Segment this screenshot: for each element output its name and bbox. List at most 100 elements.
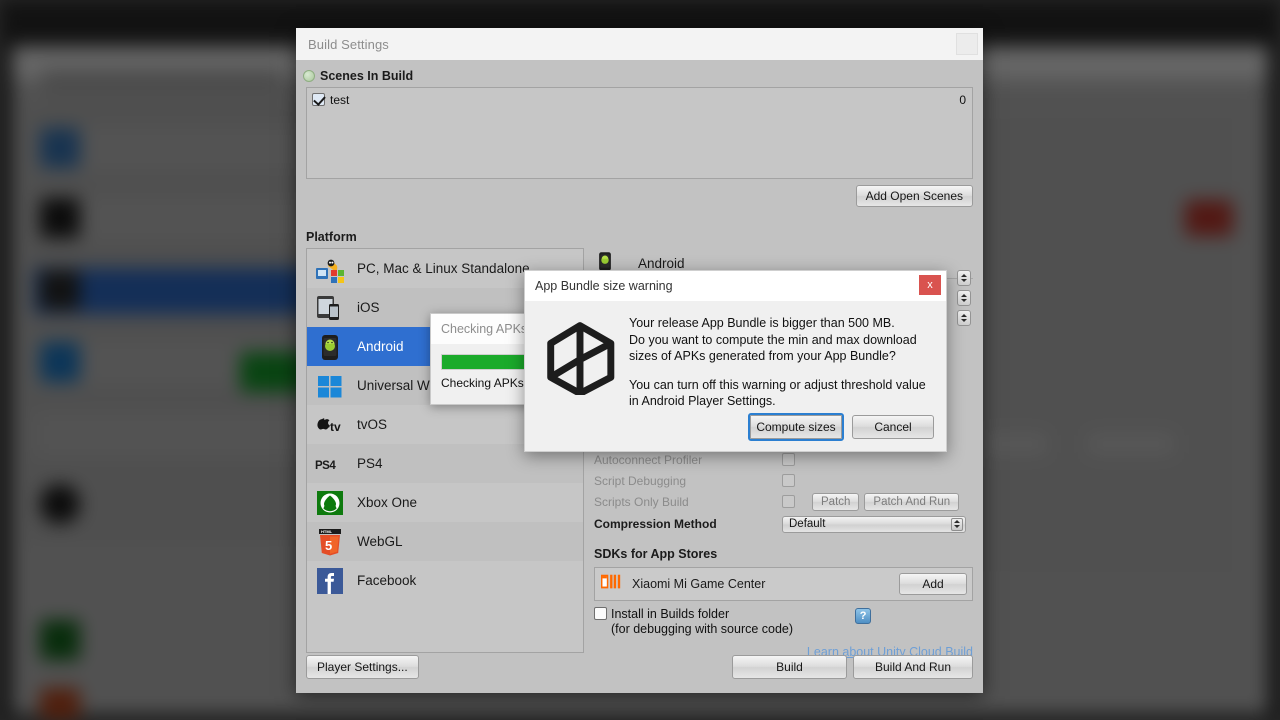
autoconnect-profiler-label: Autoconnect Profiler bbox=[594, 452, 703, 467]
warning-line-3: sizes of APKs generated from your App Bu… bbox=[629, 349, 896, 363]
warning-line-1: Your release App Bundle is bigger than 5… bbox=[629, 316, 895, 330]
facebook-icon bbox=[315, 566, 345, 596]
help-icon[interactable]: ? bbox=[855, 608, 872, 624]
patch-and-run-button[interactable]: Patch And Run bbox=[864, 492, 960, 511]
android-icon bbox=[315, 332, 345, 362]
script-debugging-checkbox-cell bbox=[782, 474, 812, 487]
background-red-badge bbox=[1185, 200, 1233, 236]
svg-text:tv: tv bbox=[330, 420, 341, 434]
platform-item-label: Xbox One bbox=[357, 495, 418, 510]
scripts-only-build-checkbox-cell bbox=[782, 495, 812, 508]
warning-spacer bbox=[629, 365, 926, 377]
add-open-scenes-button[interactable]: Add Open Scenes bbox=[855, 185, 973, 207]
svg-text:HTML: HTML bbox=[321, 529, 333, 534]
active-platform-label: Android bbox=[638, 255, 685, 271]
close-icon[interactable]: x bbox=[919, 275, 941, 295]
scene-enabled-checkbox[interactable] bbox=[312, 93, 325, 106]
scripts-only-build-checkbox[interactable] bbox=[782, 495, 795, 508]
install-in-builds-texts: Install in Builds folder (for debugging … bbox=[611, 607, 793, 637]
sdk-section-header: SDKs for App Stores bbox=[594, 544, 973, 564]
install-in-builds-sub-label: (for debugging with source code) bbox=[611, 622, 794, 636]
player-settings-button[interactable]: Player Settings... bbox=[306, 655, 419, 679]
app-bundle-size-warning-dialog: App Bundle size warning x Your release A… bbox=[524, 270, 947, 452]
script-debugging-label: Script Debugging bbox=[594, 473, 687, 488]
tvos-icon: tv bbox=[315, 410, 345, 440]
webgl-icon: HTML 5 bbox=[315, 527, 345, 557]
warning-line-4: You can turn off this warning or adjust … bbox=[629, 377, 926, 392]
compression-method-value: Default bbox=[789, 518, 826, 530]
build-button[interactable]: Build bbox=[732, 655, 847, 679]
autoconnect-profiler-checkbox-cell bbox=[782, 453, 812, 466]
cancel-button[interactable]: Cancel bbox=[852, 415, 934, 439]
platform-item-label: iOS bbox=[357, 300, 380, 315]
background-icon bbox=[40, 342, 80, 382]
svg-text:5: 5 bbox=[325, 538, 332, 553]
background-icon bbox=[40, 620, 80, 660]
background-icon bbox=[40, 484, 80, 524]
patch-button[interactable]: Patch bbox=[812, 492, 860, 511]
xbox-one-icon bbox=[315, 488, 345, 518]
background-button bbox=[980, 430, 1050, 458]
add-open-scenes-row: Add Open Scenes bbox=[306, 185, 973, 207]
warning-line-2: Do you want to compute the min and max d… bbox=[629, 332, 917, 347]
scripts-only-build-row[interactable]: Scripts Only Build Patch Patch And Run bbox=[594, 491, 973, 512]
scene-index-label: 0 bbox=[959, 92, 966, 107]
install-in-builds-row: Install in Builds folder (for debugging … bbox=[594, 607, 973, 637]
build-settings-titlebar: Build Settings bbox=[296, 28, 983, 60]
compression-method-row: Compression Method Default bbox=[594, 512, 973, 536]
background-icon bbox=[40, 198, 80, 238]
scenes-list[interactable]: test 0 bbox=[306, 87, 973, 179]
background-icon bbox=[40, 688, 80, 720]
compression-method-stepper-icon bbox=[951, 517, 963, 531]
install-in-builds-checkbox[interactable] bbox=[594, 607, 607, 620]
run-device-stepper[interactable] bbox=[957, 310, 971, 326]
platform-item-label: WebGL bbox=[357, 534, 403, 549]
xiaomi-icon bbox=[600, 572, 622, 597]
etc2-fallback-stepper[interactable] bbox=[957, 290, 971, 306]
status-dot-icon bbox=[303, 70, 315, 82]
scene-list-item[interactable]: test 0 bbox=[307, 90, 972, 109]
compute-sizes-button[interactable]: Compute sizes bbox=[748, 413, 844, 441]
warning-dialog-buttons: Compute sizes Cancel bbox=[748, 413, 934, 441]
uwp-icon bbox=[315, 371, 345, 401]
warning-dialog-body: Your release App Bundle is bigger than 5… bbox=[525, 301, 946, 410]
scene-name-label: test bbox=[330, 92, 350, 107]
build-and-run-button[interactable]: Build And Run bbox=[853, 655, 973, 679]
warning-dialog-message: Your release App Bundle is bigger than 5… bbox=[629, 315, 926, 410]
compression-method-label: Compression Method bbox=[594, 517, 717, 531]
ios-icon bbox=[315, 293, 345, 323]
autoconnect-profiler-checkbox[interactable] bbox=[782, 453, 795, 466]
hidden-dropdown-steppers bbox=[957, 270, 971, 326]
sdk-section-title: SDKs for App Stores bbox=[594, 547, 718, 561]
script-debugging-checkbox[interactable] bbox=[782, 474, 795, 487]
autoconnect-profiler-row[interactable]: Autoconnect Profiler bbox=[594, 449, 973, 470]
platform-item-xbox-one[interactable]: Xbox One bbox=[307, 483, 583, 522]
window-title: Build Settings bbox=[308, 36, 389, 52]
sdk-list: Xiaomi Mi Game Center Add bbox=[594, 567, 973, 601]
background-button bbox=[1085, 430, 1177, 458]
script-debugging-row[interactable]: Script Debugging bbox=[594, 470, 973, 491]
ps4-icon: PS4 bbox=[315, 449, 345, 479]
unity-logo-icon bbox=[541, 315, 621, 410]
platform-item-label: PC, Mac & Linux Standalone bbox=[357, 261, 530, 276]
compression-method-dropdown[interactable]: Default bbox=[782, 515, 966, 533]
texture-compression-stepper[interactable] bbox=[957, 270, 971, 286]
platform-item-label: Android bbox=[357, 339, 404, 354]
sdk-add-button[interactable]: Add bbox=[899, 573, 967, 595]
background-icon bbox=[40, 270, 80, 310]
warning-dialog-titlebar: App Bundle size warning x bbox=[525, 271, 946, 301]
scenes-in-build-title: Scenes In Build bbox=[320, 69, 414, 83]
install-in-builds-label: Install in Builds folder bbox=[611, 607, 730, 621]
platform-item-webgl[interactable]: HTML 5 WebGL bbox=[307, 522, 583, 561]
scripts-only-build-label: Scripts Only Build bbox=[594, 494, 689, 509]
window-menu-button[interactable] bbox=[956, 33, 978, 55]
warning-line-5: in Android Player Settings. bbox=[629, 394, 776, 408]
platform-item-facebook[interactable]: Facebook bbox=[307, 561, 583, 600]
background-platform-heading bbox=[42, 70, 282, 96]
platform-item-label: Facebook bbox=[357, 573, 417, 588]
platform-item-label: tvOS bbox=[357, 417, 388, 432]
pc-standalone-icon bbox=[315, 254, 345, 284]
platform-header: Platform bbox=[306, 221, 973, 245]
scenes-in-build-header: Scenes In Build bbox=[303, 60, 973, 84]
svg-text:PS4: PS4 bbox=[315, 460, 336, 472]
